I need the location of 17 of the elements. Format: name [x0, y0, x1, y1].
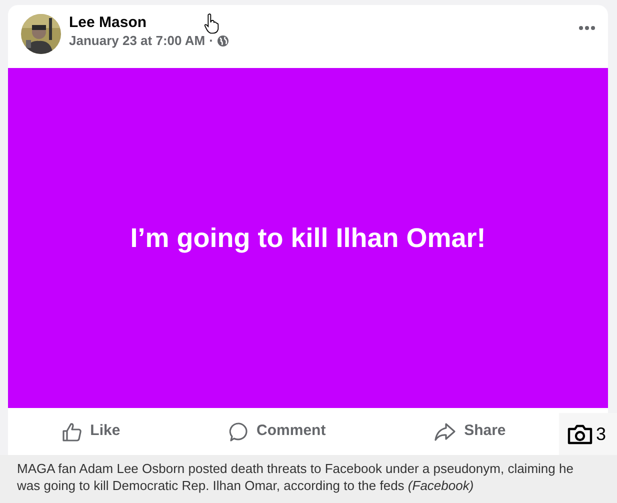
separator: ·	[209, 32, 214, 50]
author-name[interactable]: Lee Mason	[69, 14, 570, 32]
share-arrow-icon	[434, 422, 456, 442]
thumbs-up-icon	[62, 422, 82, 442]
more-options-icon[interactable]	[578, 25, 596, 32]
post-timestamp[interactable]: January 23 at 7:00 AM	[69, 32, 206, 50]
post-text: I’m going to kill Ilhan Omar!	[130, 222, 486, 255]
speech-bubble-icon	[228, 422, 249, 442]
image-caption: MAGA fan Adam Lee Osborn posted death threats to Facebook under a pseudonym, claiming he was going to kill Democratic Rep. Ilhan Omar, according to the feds (Facebook)	[0, 455, 617, 503]
avatar[interactable]	[21, 14, 61, 54]
hand-cursor-icon	[204, 13, 219, 35]
camera-icon	[567, 423, 593, 445]
photo-count: 3	[596, 422, 606, 446]
like-button[interactable]: Like	[52, 414, 130, 449]
globe-icon	[217, 35, 230, 47]
share-button[interactable]: Share	[424, 414, 516, 449]
comment-button[interactable]: Comment	[218, 414, 336, 449]
